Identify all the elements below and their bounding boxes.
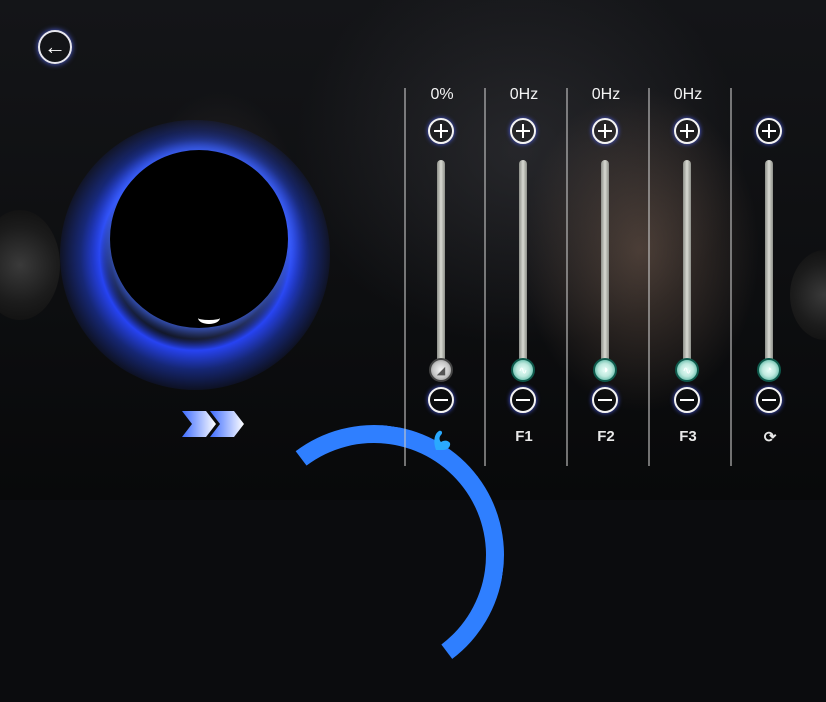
timer-slider-track[interactable] bbox=[765, 160, 773, 365]
pie-icon[interactable]: ◔ bbox=[757, 358, 781, 382]
f2-plus-button[interactable] bbox=[592, 118, 618, 144]
slider-column-f3: 0Hz ∿ F3 bbox=[658, 0, 718, 500]
column-divider bbox=[566, 88, 568, 466]
f2-slider-track[interactable] bbox=[601, 160, 609, 365]
f3-slider-track[interactable] bbox=[683, 160, 691, 365]
muscle-arm-icon bbox=[412, 428, 472, 456]
f3-label: F3 bbox=[679, 428, 697, 445]
f3-minus-button[interactable] bbox=[674, 387, 700, 413]
f3-plus-button[interactable] bbox=[674, 118, 700, 144]
chevron-down-icon bbox=[198, 312, 220, 324]
f3-value: 0Hz bbox=[673, 86, 703, 103]
pulse-wave-icon[interactable]: ∿ bbox=[675, 358, 699, 382]
timer-plus-button[interactable] bbox=[756, 118, 782, 144]
f1-value: 0Hz bbox=[509, 86, 539, 103]
fast-forward-icon[interactable] bbox=[182, 405, 248, 443]
column-divider bbox=[404, 88, 406, 466]
back-arrow-icon: ← bbox=[44, 34, 66, 59]
f1-slider-track[interactable] bbox=[519, 160, 527, 365]
timer-minus-button[interactable] bbox=[756, 387, 782, 413]
f2-value: 0Hz bbox=[591, 86, 621, 103]
start-orb-button[interactable] bbox=[110, 150, 288, 328]
f1-label: F1 bbox=[515, 428, 533, 445]
slider-column-f2: 0Hz ◑ F2 bbox=[576, 0, 636, 500]
slider-column-f1: 0Hz ∿ F1 bbox=[494, 0, 554, 500]
f2-minus-button[interactable] bbox=[592, 387, 618, 413]
f1-plus-button[interactable] bbox=[510, 118, 536, 144]
intensity-minus-button[interactable] bbox=[428, 387, 454, 413]
timer-icon: ⟳ bbox=[763, 429, 777, 446]
column-divider bbox=[648, 88, 650, 466]
slider-column-timer: ◔ ⟳ bbox=[740, 0, 800, 500]
slider-column-intensity: 0% ◢ bbox=[412, 0, 472, 500]
intensity-value: 0% bbox=[430, 86, 454, 103]
pulse-wave-icon[interactable]: ∿ bbox=[511, 358, 535, 382]
intensity-plus-button[interactable] bbox=[428, 118, 454, 144]
ramp-icon[interactable]: ◢ bbox=[429, 358, 453, 382]
column-divider bbox=[730, 88, 732, 466]
f1-minus-button[interactable] bbox=[510, 387, 536, 413]
column-divider bbox=[484, 88, 486, 466]
intensity-slider-track[interactable] bbox=[437, 160, 445, 365]
back-button[interactable]: ← bbox=[38, 30, 72, 64]
half-circle-icon[interactable]: ◑ bbox=[593, 358, 617, 382]
f2-label: F2 bbox=[597, 428, 615, 445]
